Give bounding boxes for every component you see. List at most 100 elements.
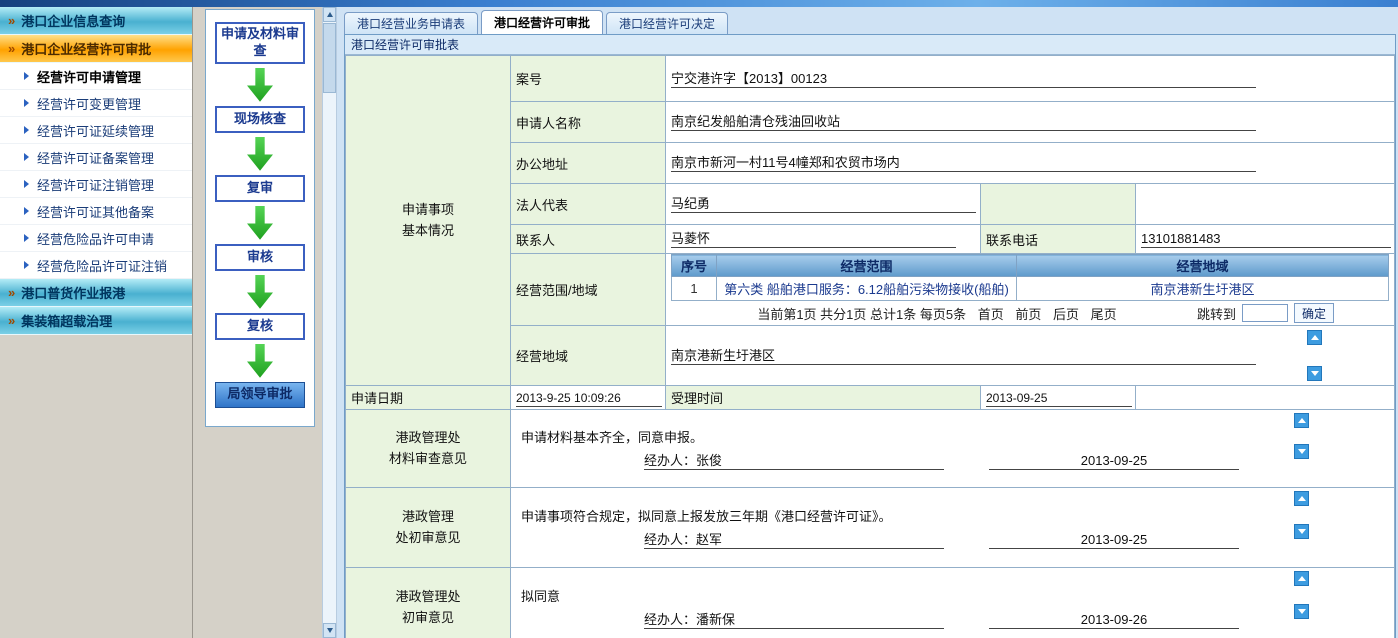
flow-step-application-review[interactable]: 申请及材料审查 [215,22,305,64]
accept-date-value: 2013-09-25 [986,389,1132,407]
sidebar-item-label: 经营许可证延续管理 [37,121,154,140]
scope-table: 序号 经营范围 经营地域 1 第六类 船舶港口服务：6.12船舶污染物接收(船舶… [671,254,1389,301]
office-address-cell: 南京市新河一村11号4幢郑和农贸市场内 [666,143,1395,184]
sidebar-item-license-apply-mgmt[interactable]: 经营许可申请管理 [0,63,192,90]
scroll-down-button[interactable] [1294,524,1309,539]
sidebar-item-license-cancel-mgmt[interactable]: 经营许可证注销管理 [0,171,192,198]
sidebar-item-port-cargo-report[interactable]: » 港口普货作业报港 [0,279,192,307]
accept-date-label: 受理时间 [666,386,981,410]
scroll-up-button[interactable] [1294,571,1309,586]
opinion-text: 申请事项符合规定，拟同意上报发放三年期《港口经营许可证》。 [516,504,1389,527]
scope-col-scope: 经营范围 [717,255,1017,277]
phone-label: 联系电话 [981,225,1136,254]
contact-label: 联系人 [511,225,666,254]
material-review-opinion-cell: 申请材料基本齐全，同意申报。 经办人：张俊 2013-09-25 [511,410,1395,488]
arrow-right-icon [24,126,29,134]
sidebar-item-license-change-mgmt[interactable]: 经营许可变更管理 [0,90,192,117]
opinion-text: 拟同意 [516,584,1389,607]
down-arrow-icon [247,344,273,378]
tab-license-decision[interactable]: 港口经营许可决定 [606,12,728,34]
scope-col-area: 经营地域 [1017,255,1389,277]
scrollbar-thumb[interactable] [323,23,336,93]
scroll-down-button[interactable] [1307,366,1322,381]
sidebar-item-license-filing-mgmt[interactable]: 经营许可证备案管理 [0,144,192,171]
sidebar-item-label: 经营危险品许可证注销 [37,256,167,275]
sidebar-item-label: 经营许可证注销管理 [37,175,154,194]
scope-table-header-row: 序号 经营范围 经营地域 [672,255,1389,277]
approval-form-frame: 港口经营许可审批表 申请事项 基本情况 案号 宁交港许字【2013】00123 … [344,34,1396,638]
down-arrow-icon [247,206,273,240]
sidebar-item-label: 集装箱超载治理 [21,311,112,330]
scroll-up-button[interactable] [323,7,336,22]
scroll-down-button[interactable] [1294,444,1309,459]
triangle-down-icon [1311,371,1319,376]
main-vertical-scrollbar[interactable] [322,7,337,638]
opinion-box: 拟同意 经办人：潘新保 2013-09-26 [516,584,1389,631]
opinion-signature-row: 经办人：赵军 2013-09-25 [516,527,1389,551]
scroll-down-button[interactable] [1294,604,1309,619]
arrow-right-icon [24,261,29,269]
flow-step-audit[interactable]: 审核 [215,244,305,271]
flow-step-site-check[interactable]: 现场核查 [215,106,305,133]
scroll-up-button[interactable] [1294,413,1309,428]
sidebar-item-label: 经营危险品许可申请 [37,229,154,248]
sidebar-item-container-overload-control[interactable]: » 集装箱超载治理 [0,307,192,335]
jump-confirm-button[interactable]: 确定 [1294,303,1334,323]
preliminary-opinion-label: 港政管理 处初审意见 [346,488,511,568]
flow-step-recheck[interactable]: 复审 [215,175,305,202]
business-scope-cell: 序号 经营范围 经营地域 1 第六类 船舶港口服务：6.12船舶污染物接收(船舶… [666,254,1395,326]
down-arrow-icon [247,275,273,309]
arrow-right-icon [24,180,29,188]
sidebar-item-port-enterprise-license-approval[interactable]: » 港口企业经营许可审批 [0,35,192,63]
down-arrow-icon [247,137,273,171]
scroll-down-button[interactable] [323,623,336,638]
scroll-up-button[interactable] [1307,330,1322,345]
tab-business-application-form[interactable]: 港口经营业务申请表 [344,12,478,34]
flow-step-review[interactable]: 复核 [215,313,305,340]
office-address-value: 南京市新河一村11号4幢郑和农贸市场内 [671,154,1256,172]
flow-step-leader-approval[interactable]: 局领导审批 [215,382,305,408]
pagination-next-link[interactable]: 后页 [1053,307,1079,322]
row-preliminary-opinion: 港政管理 处初审意见 申请事项符合规定，拟同意上报发放三年期《港口经营许可证》。… [346,488,1395,568]
handler-name: 经办人：潘新保 [644,611,944,629]
sidebar-item-license-renewal-mgmt[interactable]: 经营许可证延续管理 [0,117,192,144]
app-layout: » 港口企业信息查询 » 港口企业经营许可审批 经营许可申请管理 经营许可变更管… [0,7,1398,638]
double-arrow-icon: » [8,286,15,299]
pagination-first-link[interactable]: 首页 [978,307,1004,322]
sidebar-item-license-other-filing[interactable]: 经营许可证其他备案 [0,198,192,225]
legal-rep-label: 法人代表 [511,184,666,225]
jump-page-input[interactable] [1242,304,1288,322]
scope-row-scope: 第六类 船舶港口服务：6.12船舶污染物接收(船舶) [717,277,1017,301]
opinion-box: 申请事项符合规定，拟同意上报发放三年期《港口经营许可证》。 经办人：赵军 201… [516,504,1389,551]
pagination-prev-link[interactable]: 前页 [1015,307,1041,322]
handler-date: 2013-09-25 [989,452,1239,470]
triangle-down-icon [1298,609,1306,614]
opinion-signature-row: 经办人：张俊 2013-09-25 [516,448,1389,472]
tab-license-approval[interactable]: 港口经营许可审批 [481,10,603,34]
contact-value: 马菱怀 [671,230,956,248]
arrow-right-icon [24,99,29,107]
business-scope-label: 经营范围/地域 [511,254,666,326]
handler-name: 经办人：赵军 [644,531,944,549]
first-review-opinion-cell: 拟同意 经办人：潘新保 2013-09-26 [511,568,1395,638]
triangle-up-icon [1298,496,1306,501]
case-no-label: 案号 [511,56,666,102]
pagination-jump-group: 跳转到 确定 [1197,303,1334,323]
sidebar-item-dangerous-goods-license-apply[interactable]: 经营危险品许可申请 [0,225,192,252]
sidebar-item-dangerous-goods-license-cancel[interactable]: 经营危险品许可证注销 [0,252,192,279]
scope-table-row[interactable]: 1 第六类 船舶港口服务：6.12船舶污染物接收(船舶) 南京港新生圩港区 [672,277,1389,301]
applicant-label: 申请人名称 [511,102,666,143]
pagination-last-link[interactable]: 尾页 [1091,307,1117,322]
phone-value: 13101881483 [1141,230,1391,248]
workflow-panel: 申请及材料审查 现场核查 复审 审核 复核 局领导审批 [205,9,315,427]
triangle-up-icon [327,12,333,17]
business-area-label: 经营地域 [511,326,666,386]
triangle-down-icon [1298,449,1306,454]
tab-strip: 港口经营业务申请表 港口经营许可审批 港口经营许可决定 [337,7,1398,34]
scrollbar-track[interactable] [323,22,336,623]
sidebar-item-port-enterprise-info-query[interactable]: » 港口企业信息查询 [0,7,192,35]
sidebar-item-label: 港口普货作业报港 [21,283,125,302]
scope-row-area: 南京港新生圩港区 [1017,277,1389,301]
scroll-up-button[interactable] [1294,491,1309,506]
jump-to-label: 跳转到 [1197,304,1236,323]
